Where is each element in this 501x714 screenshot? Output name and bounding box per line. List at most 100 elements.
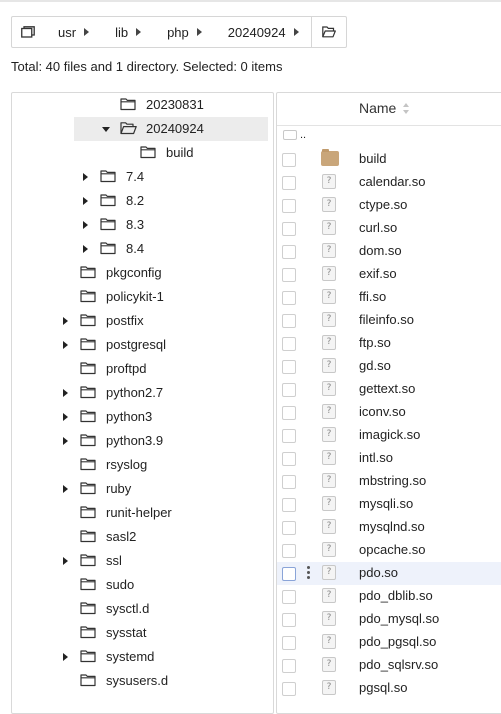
- file-row[interactable]: ? ctype.so: [277, 194, 501, 217]
- tree-node-8-2[interactable]: 8.2: [12, 189, 273, 213]
- caret-right-icon[interactable]: [80, 213, 92, 237]
- row-checkbox[interactable]: [282, 544, 296, 558]
- row-checkbox[interactable]: [282, 268, 296, 282]
- file-name[interactable]: pgsql.so: [359, 680, 407, 695]
- caret-right-icon[interactable]: [80, 189, 92, 213]
- row-checkbox[interactable]: [282, 383, 296, 397]
- file-row[interactable]: ? gettext.so: [277, 378, 501, 401]
- file-name[interactable]: iconv.so: [359, 404, 406, 419]
- file-row[interactable]: ? dom.so: [277, 240, 501, 263]
- file-row[interactable]: ? pdo_sqlsrv.so: [277, 654, 501, 677]
- file-name[interactable]: ffi.so: [359, 289, 386, 304]
- row-checkbox[interactable]: [282, 291, 296, 305]
- file-row[interactable]: ? ftp.so: [277, 332, 501, 355]
- row-checkbox[interactable]: [282, 452, 296, 466]
- column-header-name[interactable]: Name: [359, 100, 396, 116]
- tree-node-sysstat[interactable]: sysstat: [12, 621, 273, 645]
- file-row[interactable]: ? pdo_mysql.so: [277, 608, 501, 631]
- tree-node-pkgconfig[interactable]: pkgconfig: [12, 261, 273, 285]
- file-row[interactable]: ? pgsql.so: [277, 677, 501, 700]
- file-name[interactable]: intl.so: [359, 450, 393, 465]
- file-name[interactable]: imagick.so: [359, 427, 420, 442]
- row-checkbox[interactable]: [282, 222, 296, 236]
- parent-directory-row[interactable]: ..: [277, 125, 501, 148]
- sort-icon[interactable]: [403, 103, 409, 115]
- file-name[interactable]: exif.so: [359, 266, 397, 281]
- row-checkbox[interactable]: [282, 360, 296, 374]
- row-checkbox[interactable]: [282, 682, 296, 696]
- tree-node-rsyslog[interactable]: rsyslog: [12, 453, 273, 477]
- row-checkbox[interactable]: [282, 337, 296, 351]
- tree-node-7-4[interactable]: 7.4: [12, 165, 273, 189]
- breadcrumb-segment-20240924[interactable]: 20240924: [214, 17, 311, 47]
- tree-node-build[interactable]: build: [12, 141, 273, 165]
- row-checkbox[interactable]: [282, 636, 296, 650]
- row-checkbox[interactable]: [282, 590, 296, 604]
- row-checkbox[interactable]: [282, 521, 296, 535]
- file-row[interactable]: ? calendar.so: [277, 171, 501, 194]
- file-name[interactable]: dom.so: [359, 243, 402, 258]
- file-row[interactable]: ? curl.so: [277, 217, 501, 240]
- file-name[interactable]: curl.so: [359, 220, 397, 235]
- tree-node-systemd[interactable]: systemd: [12, 645, 273, 669]
- directory-tree[interactable]: 20230831 20240924 build 7.4 8.2 8.3 8.4 pkgconf…: [11, 92, 274, 714]
- file-row[interactable]: ? imagick.so: [277, 424, 501, 447]
- row-checkbox[interactable]: [282, 314, 296, 328]
- row-checkbox[interactable]: [282, 153, 296, 167]
- row-checkbox[interactable]: [282, 567, 296, 581]
- file-row[interactable]: ? ffi.so: [277, 286, 501, 309]
- file-row[interactable]: ? exif.so: [277, 263, 501, 286]
- row-checkbox[interactable]: [282, 176, 296, 190]
- tree-node-python3-9[interactable]: python3.9: [12, 429, 273, 453]
- breadcrumb-segment-usr[interactable]: usr: [44, 17, 101, 47]
- file-row[interactable]: ? pdo_pgsql.so: [277, 631, 501, 654]
- caret-right-icon[interactable]: [60, 549, 72, 573]
- tree-node-python2-7[interactable]: python2.7: [12, 381, 273, 405]
- row-checkbox[interactable]: [282, 245, 296, 259]
- row-checkbox[interactable]: [282, 613, 296, 627]
- file-name[interactable]: opcache.so: [359, 542, 426, 557]
- file-name[interactable]: mysqlnd.so: [359, 519, 425, 534]
- file-row[interactable]: ? gd.so: [277, 355, 501, 378]
- file-row[interactable]: ? intl.so: [277, 447, 501, 470]
- tree-node-policykit-1[interactable]: policykit-1: [12, 285, 273, 309]
- file-name[interactable]: fileinfo.so: [359, 312, 414, 327]
- caret-right-icon[interactable]: [60, 645, 72, 669]
- tree-node-sysusers-d[interactable]: sysusers.d: [12, 669, 273, 693]
- file-name[interactable]: gettext.so: [359, 381, 415, 396]
- file-name[interactable]: ctype.so: [359, 197, 407, 212]
- tree-node-postfix[interactable]: postfix: [12, 309, 273, 333]
- tree-node-8-3[interactable]: 8.3: [12, 213, 273, 237]
- file-row[interactable]: ? mysqli.so: [277, 493, 501, 516]
- caret-right-icon[interactable]: [80, 237, 92, 261]
- row-checkbox[interactable]: [282, 199, 296, 213]
- file-row[interactable]: ? opcache.so: [277, 539, 501, 562]
- file-row[interactable]: build: [277, 148, 501, 171]
- file-name[interactable]: pdo.so: [359, 565, 398, 580]
- caret-right-icon[interactable]: [60, 309, 72, 333]
- row-checkbox[interactable]: [282, 406, 296, 420]
- file-row[interactable]: ? fileinfo.so: [277, 309, 501, 332]
- file-name[interactable]: gd.so: [359, 358, 391, 373]
- file-name[interactable]: pdo_sqlsrv.so: [359, 657, 438, 672]
- tree-node-ruby[interactable]: ruby: [12, 477, 273, 501]
- caret-right-icon[interactable]: [60, 477, 72, 501]
- file-name[interactable]: mbstring.so: [359, 473, 426, 488]
- file-name[interactable]: pdo_mysql.so: [359, 611, 439, 626]
- more-vertical-icon[interactable]: [307, 566, 310, 580]
- file-row[interactable]: ? mysqlnd.so: [277, 516, 501, 539]
- caret-down-icon[interactable]: [100, 117, 112, 141]
- caret-right-icon[interactable]: [60, 381, 72, 405]
- tree-node-sysctl-d[interactable]: sysctl.d: [12, 597, 273, 621]
- file-row[interactable]: ? mbstring.so: [277, 470, 501, 493]
- row-checkbox[interactable]: [282, 475, 296, 489]
- breadcrumb-home-button[interactable]: [12, 17, 44, 47]
- tree-node-20230831[interactable]: 20230831: [12, 93, 273, 117]
- breadcrumb-segment-lib[interactable]: lib: [101, 17, 153, 47]
- file-name[interactable]: ftp.so: [359, 335, 391, 350]
- tree-node-ssl[interactable]: ssl: [12, 549, 273, 573]
- file-row[interactable]: ? iconv.so: [277, 401, 501, 424]
- tree-node-sasl2[interactable]: sasl2: [12, 525, 273, 549]
- row-checkbox[interactable]: [282, 498, 296, 512]
- file-row[interactable]: ? pdo.so: [277, 562, 501, 585]
